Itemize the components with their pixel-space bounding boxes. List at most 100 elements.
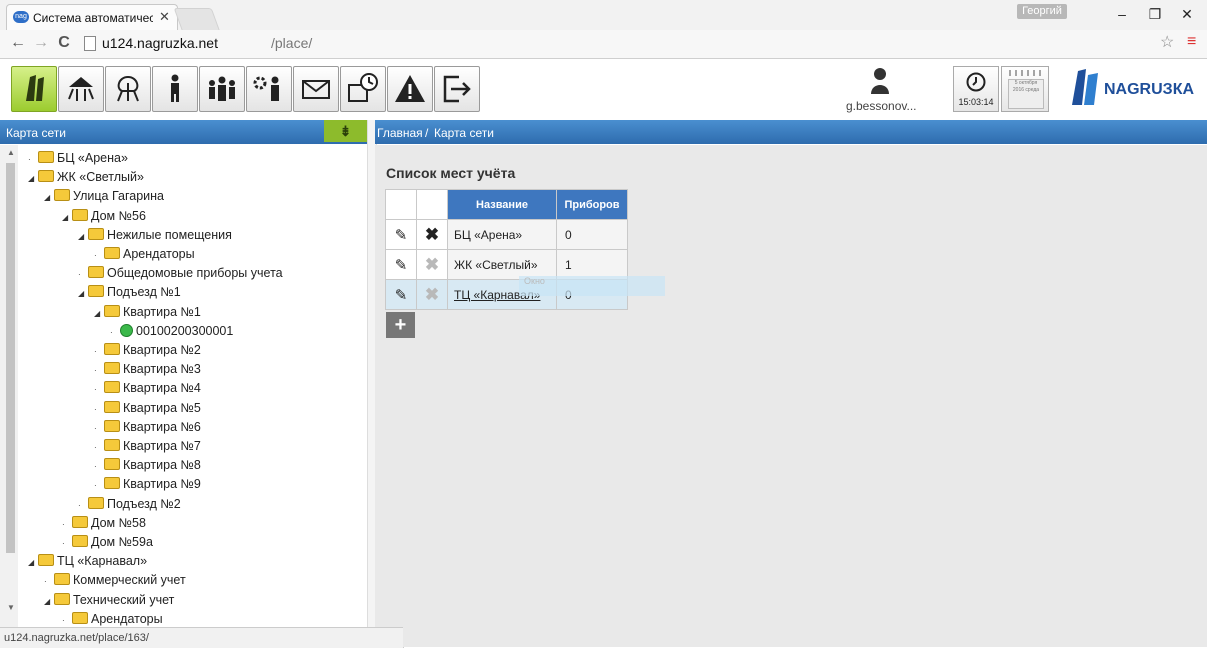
tree-connector-icon[interactable]: · bbox=[94, 362, 104, 380]
tree-folder-node[interactable]: ◢ Квартира №1 bbox=[94, 303, 201, 321]
tree-folder-node[interactable]: · БЦ «Арена» bbox=[28, 149, 128, 167]
scroll-up-icon[interactable]: ▲ bbox=[7, 148, 15, 157]
tree-connector-icon[interactable]: · bbox=[94, 477, 104, 495]
tree-folder-node[interactable]: · Квартира №9 bbox=[94, 475, 201, 493]
pencil-icon[interactable]: ✎ bbox=[395, 257, 408, 274]
forward-icon[interactable]: → bbox=[31, 33, 51, 53]
tab-close-icon[interactable]: ✕ bbox=[159, 9, 170, 25]
tree-connector-icon[interactable]: · bbox=[94, 247, 104, 265]
tree-connector-icon[interactable]: · bbox=[94, 343, 104, 361]
expanded-arrow-icon[interactable]: ◢ bbox=[62, 209, 72, 227]
tree-connector-icon[interactable]: · bbox=[94, 381, 104, 399]
scroll-down-icon[interactable]: ▼ bbox=[7, 603, 15, 612]
delete-cell[interactable]: ✖ bbox=[416, 219, 448, 250]
tree-meter-node[interactable]: · 00100200300001 bbox=[110, 322, 233, 340]
expanded-arrow-icon[interactable]: ◢ bbox=[28, 554, 38, 572]
scroll-thumb[interactable] bbox=[6, 163, 15, 553]
url-field[interactable]: u124.nagruzka.net /place/ bbox=[80, 33, 1180, 53]
tree-folder-node[interactable]: · Подъезд №2 bbox=[78, 495, 181, 513]
browser-tab[interactable]: nag Система автоматическог ✕ bbox=[6, 4, 178, 31]
alerts-button[interactable] bbox=[387, 66, 433, 112]
profile-badge[interactable]: Георгий bbox=[1017, 4, 1067, 19]
expanded-arrow-icon[interactable]: ◢ bbox=[28, 170, 38, 188]
reload-icon[interactable]: C bbox=[54, 33, 74, 53]
tree-connector-icon[interactable]: · bbox=[28, 151, 38, 169]
tree-connector-icon[interactable]: · bbox=[94, 458, 104, 476]
minimize-icon[interactable]: – bbox=[1112, 6, 1132, 24]
tree-folder-node[interactable]: ◢ Подъезд №1 bbox=[78, 283, 181, 301]
edit-cell[interactable]: ✎ bbox=[385, 279, 417, 310]
tree-folder-node[interactable]: · Общедомовые приборы учета bbox=[78, 264, 283, 282]
tree-connector-icon[interactable]: · bbox=[62, 516, 72, 534]
tree-folder-node[interactable]: · Арендаторы bbox=[94, 245, 195, 263]
user-name[interactable]: g.bessonov... bbox=[846, 99, 926, 113]
tree-folder-node[interactable]: · Квартира №6 bbox=[94, 418, 201, 436]
edit-cell[interactable]: ✎ bbox=[385, 219, 417, 250]
tree-connector-icon[interactable]: · bbox=[78, 497, 88, 515]
folder-icon bbox=[104, 419, 120, 432]
mail-button[interactable] bbox=[293, 66, 339, 112]
table-row[interactable]: ✎ ✖ ЖК «Светлый» 1 bbox=[385, 249, 628, 280]
group-button[interactable] bbox=[199, 66, 245, 112]
expanded-arrow-icon[interactable]: ◢ bbox=[94, 305, 104, 323]
tree-folder-node[interactable]: · Арендаторы bbox=[62, 610, 163, 627]
expanded-arrow-icon[interactable]: ◢ bbox=[78, 228, 88, 246]
tree-folder-node[interactable]: · Квартира №5 bbox=[94, 399, 201, 417]
browser-menu-icon[interactable]: ≡ bbox=[1187, 33, 1196, 51]
tree-folder-node[interactable]: · Квартира №7 bbox=[94, 437, 201, 455]
expanded-arrow-icon[interactable]: ◢ bbox=[78, 285, 88, 303]
tree-folder-node[interactable]: · Квартира №8 bbox=[94, 456, 201, 474]
expanded-arrow-icon[interactable]: ◢ bbox=[44, 189, 54, 207]
person-settings-button[interactable] bbox=[246, 66, 292, 112]
delete-cell[interactable]: ✖ bbox=[416, 249, 448, 280]
network-button[interactable] bbox=[58, 66, 104, 112]
bookmark-star-icon[interactable]: ☆ bbox=[1160, 32, 1174, 52]
back-icon[interactable]: ← bbox=[8, 33, 28, 53]
app-toolbar: g.bessonov... 15:03:14 5 октября 2016 ср… bbox=[0, 59, 1207, 120]
restore-icon[interactable]: ❐ bbox=[1145, 6, 1165, 24]
folder-icon bbox=[104, 343, 120, 355]
tree-button[interactable] bbox=[105, 66, 151, 112]
tree-connector-icon[interactable]: · bbox=[62, 612, 72, 627]
tree-folder-node[interactable]: · Квартира №3 bbox=[94, 360, 201, 378]
tree-folder-node[interactable]: ◢ ЖК «Светлый» bbox=[28, 168, 144, 186]
pencil-icon[interactable]: ✎ bbox=[395, 287, 408, 304]
tree-folder-node[interactable]: ◢ Нежилые помещения bbox=[78, 226, 232, 244]
delete-cell[interactable]: ✖ bbox=[416, 279, 448, 310]
tree-scrollbar[interactable]: ▲ ▼ bbox=[0, 145, 18, 627]
tree-folder-node[interactable]: ◢ Дом №56 bbox=[62, 207, 146, 225]
tree-folder-node[interactable]: ◢ ТЦ «Карнавал» bbox=[28, 552, 147, 570]
tree-folder-node[interactable]: · Дом №59а bbox=[62, 533, 153, 551]
add-place-button[interactable]: + bbox=[386, 312, 415, 338]
edit-cell[interactable]: ✎ bbox=[385, 249, 417, 280]
user-icon[interactable] bbox=[870, 67, 890, 95]
new-tab-button[interactable] bbox=[173, 8, 221, 32]
table-row[interactable]: ✎ ✖ БЦ «Арена» 0 bbox=[385, 219, 628, 250]
expanded-arrow-icon[interactable]: ◢ bbox=[44, 593, 54, 611]
tree-folder-node[interactable]: ◢ Технический учет bbox=[44, 591, 174, 609]
tree-connector-icon[interactable]: · bbox=[94, 420, 104, 438]
tree-folder-node[interactable]: · Коммерческий учет bbox=[44, 571, 186, 589]
column-header-name[interactable]: Название bbox=[447, 189, 557, 220]
logout-button[interactable] bbox=[434, 66, 480, 112]
tree-folder-node[interactable]: · Квартира №4 bbox=[94, 379, 201, 397]
pencil-icon[interactable]: ✎ bbox=[395, 227, 408, 244]
map-button[interactable] bbox=[11, 66, 57, 112]
person-button[interactable] bbox=[152, 66, 198, 112]
tree-icon bbox=[117, 75, 139, 102]
breadcrumb-home[interactable]: Главная bbox=[377, 126, 423, 140]
tree-connector-icon[interactable]: · bbox=[44, 573, 54, 591]
tree-connector-icon[interactable]: · bbox=[110, 324, 120, 342]
tree-connector-icon[interactable]: · bbox=[94, 401, 104, 419]
delete-icon[interactable]: ✖ bbox=[425, 225, 439, 244]
reports-button[interactable] bbox=[340, 66, 386, 112]
column-header-count[interactable]: Приборов bbox=[556, 189, 628, 220]
tree-folder-node[interactable]: ◢ Улица Гагарина bbox=[44, 187, 164, 205]
tree-folder-node[interactable]: · Дом №58 bbox=[62, 514, 146, 532]
tree-connector-icon[interactable]: · bbox=[62, 535, 72, 553]
tree-folder-node[interactable]: · Квартира №2 bbox=[94, 341, 201, 359]
close-window-icon[interactable]: ✕ bbox=[1177, 6, 1197, 24]
collapse-panel-button[interactable]: ⇟ bbox=[324, 120, 367, 142]
tree-connector-icon[interactable]: · bbox=[94, 439, 104, 457]
tree-connector-icon[interactable]: · bbox=[78, 266, 88, 284]
